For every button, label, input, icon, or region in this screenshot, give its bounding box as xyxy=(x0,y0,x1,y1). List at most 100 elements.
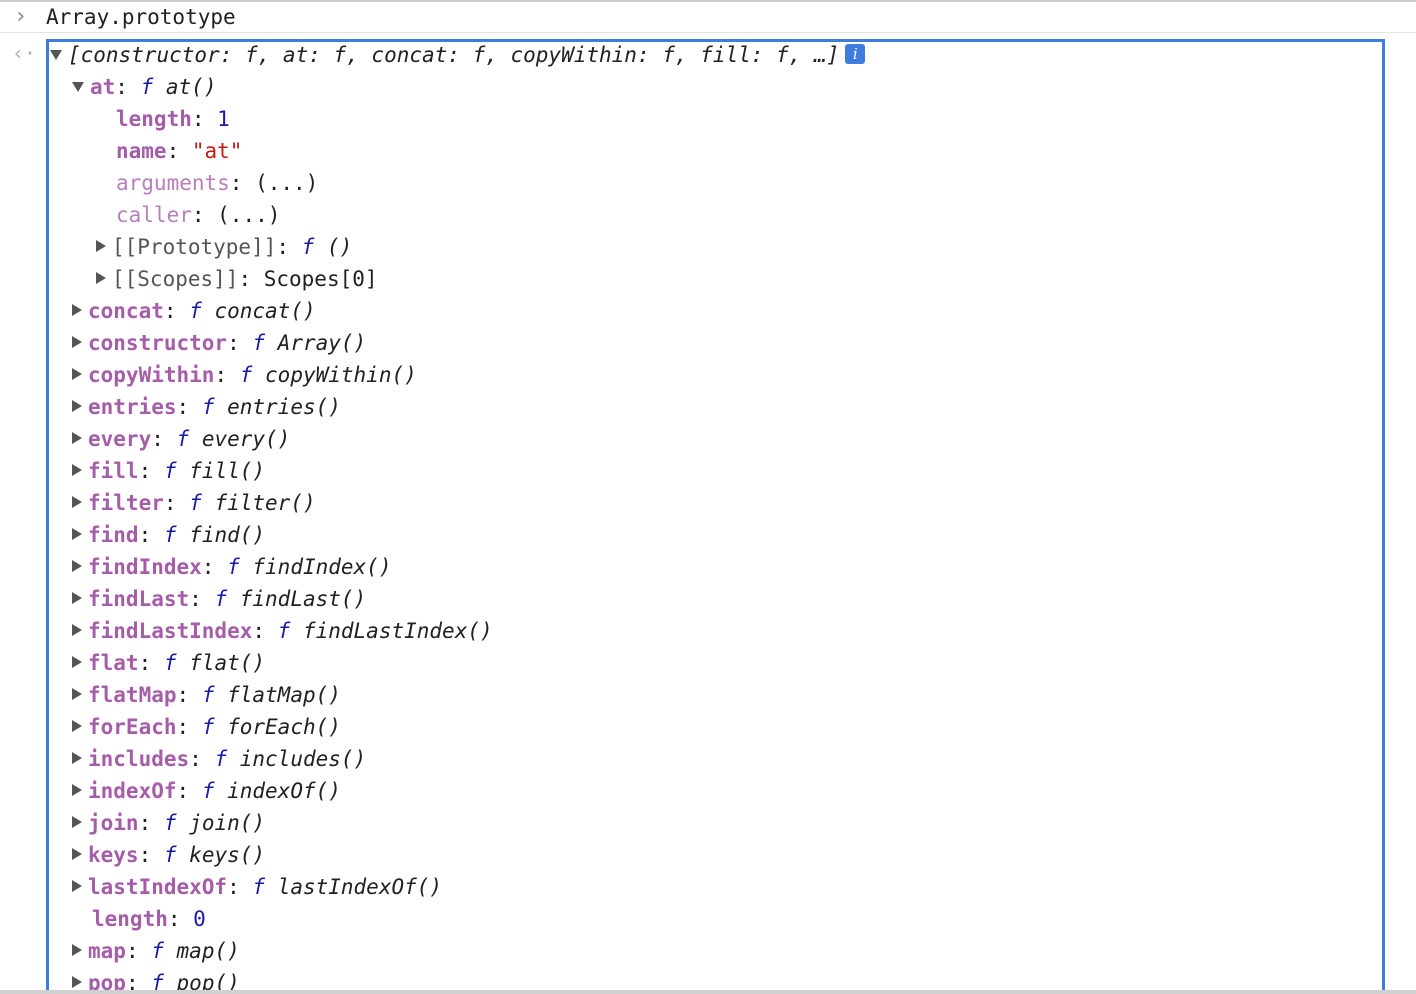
console-input-expression: Array.prototype xyxy=(46,5,236,29)
property-row-caller[interactable]: caller: (...) xyxy=(116,199,280,231)
property-row-keys[interactable]: keys: f keys() xyxy=(72,839,265,871)
property-row-map[interactable]: map: f map() xyxy=(72,935,240,967)
property-row-includes[interactable]: includes: f includes() xyxy=(72,743,366,775)
property-row-constructor[interactable]: constructor: f Array() xyxy=(72,327,366,359)
function-symbol: f xyxy=(239,363,253,387)
property-row-every[interactable]: every: f every() xyxy=(72,423,290,455)
colon: : xyxy=(138,843,164,867)
expand-triangle-icon[interactable] xyxy=(72,464,82,476)
expand-triangle-icon[interactable] xyxy=(96,272,106,284)
expand-triangle-icon[interactable] xyxy=(72,432,82,444)
expand-triangle-icon[interactable] xyxy=(96,240,106,252)
property-key: lastIndexOf xyxy=(88,875,228,899)
function-symbol: f xyxy=(176,427,190,451)
colon: : xyxy=(252,619,278,643)
bottom-divider xyxy=(0,990,1416,994)
object-preview: [constructor: f, at: f, concat: f, copyW… xyxy=(68,43,840,67)
function-name: forEach() xyxy=(214,715,341,739)
expand-triangle-icon[interactable] xyxy=(72,496,82,508)
expand-triangle-icon[interactable] xyxy=(72,400,82,412)
property-row-findIndex[interactable]: findIndex: f findIndex() xyxy=(72,551,391,583)
function-name: findLastIndex() xyxy=(290,619,493,643)
expand-triangle-icon[interactable] xyxy=(72,880,82,892)
property-row-arguments[interactable]: arguments: (...) xyxy=(116,167,318,199)
function-symbol: f xyxy=(163,843,177,867)
colon: : xyxy=(189,747,215,771)
expand-triangle-icon[interactable] xyxy=(72,592,82,604)
property-row-prototype[interactable]: [[Prototype]]: f () xyxy=(96,231,352,263)
expand-triangle-icon[interactable] xyxy=(72,304,82,316)
colon: : xyxy=(163,491,190,515)
expand-triangle-icon[interactable] xyxy=(72,368,82,380)
expand-triangle-icon[interactable] xyxy=(72,656,82,668)
colon: : xyxy=(238,267,264,291)
property-key: at xyxy=(90,75,116,99)
function-symbol: f xyxy=(201,779,215,803)
property-key: entries xyxy=(88,395,177,419)
expand-triangle-icon[interactable] xyxy=(72,848,82,860)
function-name: filter() xyxy=(201,491,316,515)
property-key: name xyxy=(116,139,167,163)
colon: : xyxy=(227,331,253,355)
property-row-forEach[interactable]: forEach: f forEach() xyxy=(72,711,341,743)
property-key: length xyxy=(92,907,168,931)
expand-triangle-icon[interactable] xyxy=(72,528,82,540)
info-icon[interactable]: i xyxy=(845,44,866,64)
expand-triangle-icon[interactable] xyxy=(72,720,82,732)
expand-triangle-icon[interactable] xyxy=(72,688,82,700)
expand-triangle-icon[interactable] xyxy=(72,560,82,572)
property-row-find[interactable]: find: f find() xyxy=(72,519,265,551)
property-row-entries[interactable]: entries: f entries() xyxy=(72,391,341,423)
function-symbol: f xyxy=(140,75,154,99)
expand-triangle-icon[interactable] xyxy=(72,976,82,988)
function-symbol: f xyxy=(163,523,177,547)
property-row-lastIndexOf[interactable]: lastIndexOf: f lastIndexOf() xyxy=(72,871,442,903)
colon: : xyxy=(276,235,302,259)
property-row-name: name: "at" xyxy=(116,135,242,167)
property-row-flatMap[interactable]: flatMap: f flatMap() xyxy=(72,679,341,711)
colon: : xyxy=(214,363,240,387)
colon: : xyxy=(189,587,215,611)
function-name: concat() xyxy=(201,299,316,323)
colon: : xyxy=(163,299,190,323)
property-key: constructor xyxy=(88,331,228,355)
console-input-row[interactable]: › Array.prototype xyxy=(0,2,1416,33)
property-row-findLastIndex[interactable]: findLastIndex: f findLastIndex() xyxy=(72,615,493,647)
function-name: lastIndexOf() xyxy=(265,875,443,899)
colon: : xyxy=(229,171,256,195)
chevron-right-icon: › xyxy=(14,4,28,29)
function-symbol: f xyxy=(227,555,240,579)
property-row-at[interactable]: at: f at() xyxy=(72,71,216,103)
property-row-indexOf[interactable]: indexOf: f indexOf() xyxy=(72,775,341,807)
property-row-findLast[interactable]: findLast: f findLast() xyxy=(72,583,366,615)
expand-triangle-icon[interactable] xyxy=(72,624,82,636)
colon: : xyxy=(201,555,228,579)
property-key: [[Prototype]] xyxy=(112,235,277,259)
function-symbol: f xyxy=(189,299,202,323)
property-value: 1 xyxy=(217,107,230,131)
property-row-copyWithin[interactable]: copyWithin: f copyWithin() xyxy=(72,359,417,391)
object-summary-row[interactable]: [constructor: f, at: f, concat: f, copyW… xyxy=(50,39,866,71)
property-row-flat[interactable]: flat: f flat() xyxy=(72,647,265,679)
property-row-join[interactable]: join: f join() xyxy=(72,807,265,839)
colon: : xyxy=(191,107,218,131)
expand-triangle-icon[interactable] xyxy=(72,336,82,348)
expand-triangle-icon[interactable] xyxy=(72,752,82,764)
colon: : xyxy=(176,715,202,739)
expand-triangle-icon[interactable] xyxy=(72,944,82,956)
expand-triangle-icon[interactable] xyxy=(72,816,82,828)
property-key: findIndex xyxy=(88,555,202,579)
function-symbol: f xyxy=(301,235,315,259)
expand-triangle-icon[interactable] xyxy=(50,50,62,60)
return-value-icon: ‹· xyxy=(12,41,37,65)
property-row-concat[interactable]: concat: f concat() xyxy=(72,295,316,327)
property-row-filter[interactable]: filter: f filter() xyxy=(72,487,316,519)
colon: : xyxy=(151,427,177,451)
expand-triangle-icon[interactable] xyxy=(72,82,84,92)
function-symbol: f xyxy=(151,939,164,963)
property-row-fill[interactable]: fill: f fill() xyxy=(72,455,265,487)
property-row-scopes[interactable]: [[Scopes]]: Scopes[0] xyxy=(96,263,378,295)
expand-triangle-icon[interactable] xyxy=(72,784,82,796)
function-symbol: f xyxy=(214,587,228,611)
function-name: includes() xyxy=(227,747,367,771)
